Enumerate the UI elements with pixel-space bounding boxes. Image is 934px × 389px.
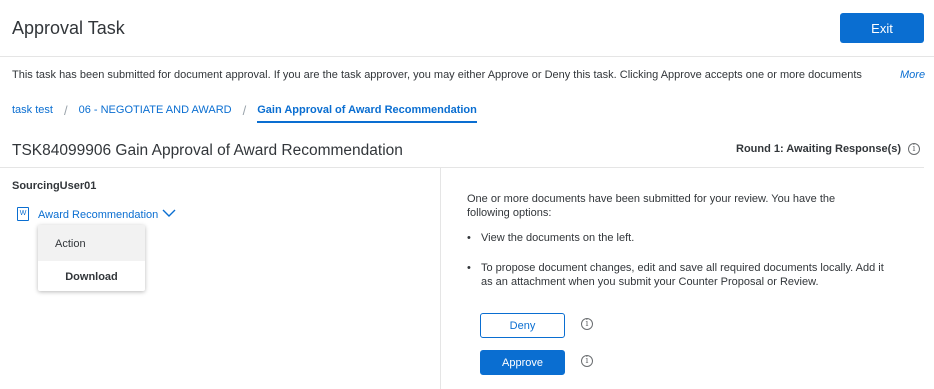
- document-icon: W: [17, 207, 29, 221]
- breadcrumb-item-current[interactable]: Gain Approval of Award Recommendation: [257, 104, 477, 123]
- breadcrumb-item-negotiate-and-award[interactable]: 06 - NEGOTIATE AND AWARD: [79, 104, 232, 116]
- menu-item-action: Action: [38, 225, 145, 261]
- breadcrumb: task test / 06 - NEGOTIATE AND AWARD / G…: [12, 97, 477, 123]
- task-title: TSK84099906 Gain Approval of Award Recom…: [12, 142, 403, 159]
- breadcrumb-separator: /: [242, 102, 247, 118]
- review-intro: One or more documents have been submitte…: [467, 193, 836, 219]
- documents-pane: SourcingUser01 W Award Recommendation Ac…: [0, 168, 441, 389]
- more-link[interactable]: More: [900, 69, 925, 81]
- exit-button[interactable]: Exit: [840, 13, 924, 43]
- breadcrumb-separator: /: [63, 102, 68, 118]
- chevron-down-icon[interactable]: [162, 208, 176, 218]
- list-item: • View the documents on the left.: [467, 231, 887, 245]
- deny-button[interactable]: Deny: [480, 313, 565, 338]
- page-header: Approval Task Exit: [0, 0, 934, 57]
- approve-button[interactable]: Approve: [480, 350, 565, 375]
- list-item: • To propose document changes, edit and …: [467, 261, 887, 289]
- submitter-name: SourcingUser01: [12, 180, 97, 192]
- page-title: Approval Task: [12, 18, 125, 38]
- document-action-menu: Action Download: [38, 225, 145, 291]
- info-icon[interactable]: i: [908, 143, 920, 155]
- bullet-dot: •: [467, 262, 471, 274]
- round-status: Round 1: Awaiting Response(s): [736, 143, 902, 155]
- bullet-text: View the documents on the left.: [481, 232, 635, 244]
- info-icon[interactable]: i: [581, 318, 593, 330]
- task-description: This task has been submitted for documen…: [12, 69, 862, 81]
- bullet-text: To propose document changes, edit and sa…: [481, 262, 884, 288]
- info-icon[interactable]: i: [581, 355, 593, 367]
- breadcrumb-item-task-test[interactable]: task test: [12, 104, 53, 116]
- menu-item-download[interactable]: Download: [38, 261, 145, 291]
- document-link[interactable]: Award Recommendation: [38, 209, 158, 221]
- bullet-dot: •: [467, 232, 471, 244]
